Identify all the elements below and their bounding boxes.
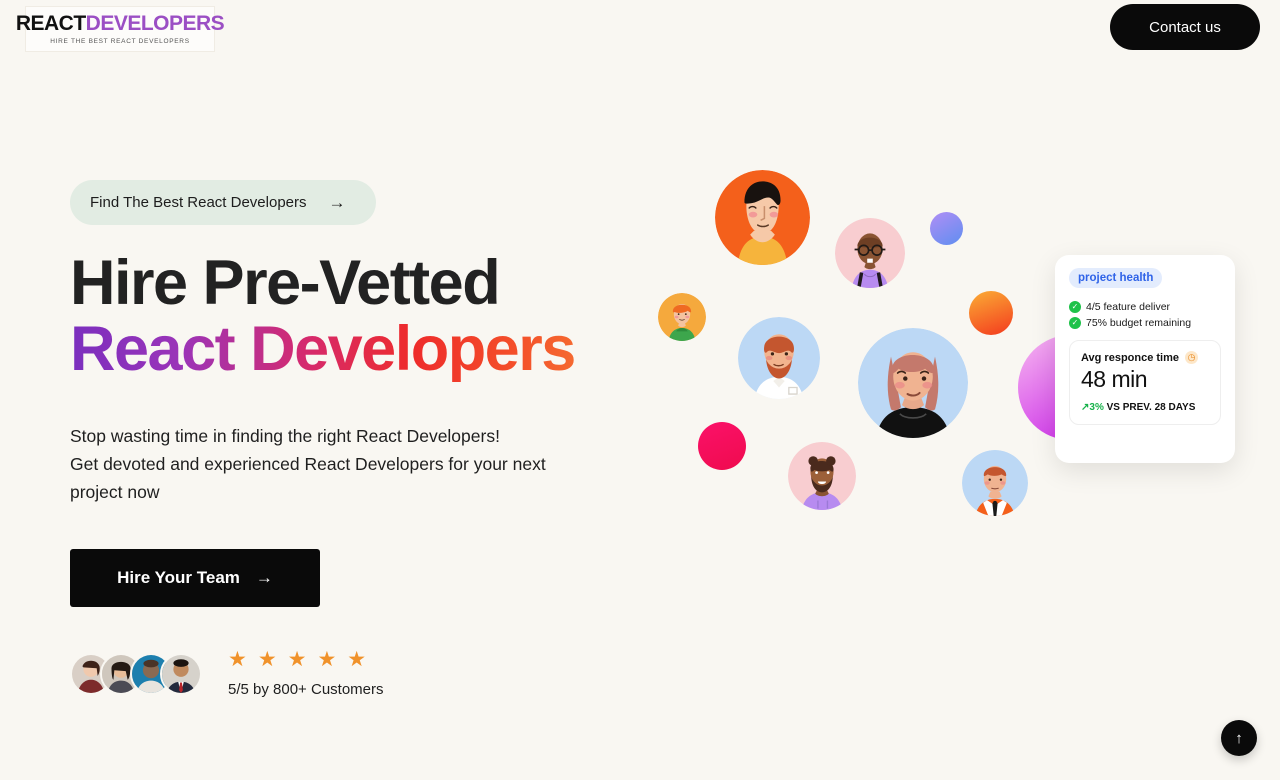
hero-subtext-line-2: Get devoted and experienced React Develo… <box>70 454 546 475</box>
arrow-right-icon: → <box>255 568 273 588</box>
social-proof: ★★★★★ 5/5 by 800+ Customers <box>70 649 690 698</box>
hero-subtext-line-3: project now <box>70 482 160 503</box>
status-badge: project health <box>1069 268 1163 288</box>
arrow-right-icon: → <box>328 193 346 212</box>
list-item: ✓ 4/5 feature deliver <box>1069 301 1221 313</box>
project-health-card: project health ✓ 4/5 feature deliver ✓ 7… <box>1055 255 1235 463</box>
avatar-small-orange-green-shirt <box>658 293 706 341</box>
metric-delta-suffix: VS PREV. 28 DAYS <box>1103 402 1196 413</box>
arrow-up-icon: ↑ <box>1235 729 1243 747</box>
rating-block: ★★★★★ 5/5 by 800+ Customers <box>228 649 384 698</box>
site-logo[interactable]: REACTDEVELOPERS HIRE THE BEST REACT DEVE… <box>16 6 225 52</box>
check-icon: ✓ <box>1069 317 1081 329</box>
avg-response-time-panel: Avg responce time ◷ 48 min ↗3% VS PREV. … <box>1069 340 1221 425</box>
scroll-to-top-button[interactable]: ↑ <box>1221 720 1257 756</box>
rating-label: 5/5 by 800+ Customers <box>228 681 384 699</box>
hero-subtext-line-1: Stop wasting time in finding the right R… <box>70 426 500 447</box>
page-title-line-2: React Developers <box>70 316 690 383</box>
hero-subtext: Stop wasting time in finding the right R… <box>70 422 690 506</box>
find-developers-pill-label: Find The Best React Developers <box>90 194 307 211</box>
hire-your-team-label: Hire Your Team <box>117 568 240 588</box>
avatar-blue-orange-jacket-tie <box>962 450 1028 516</box>
list-item: ✓ 75% budget remaining <box>1069 317 1221 329</box>
avatar-orange-yellow-shirt <box>715 170 810 265</box>
metric-delta: ↗3% VS PREV. 28 DAYS <box>1081 402 1209 413</box>
project-health-checklist: ✓ 4/5 feature deliver ✓ 75% budget remai… <box>1069 301 1221 329</box>
ball-orange-gradient <box>969 291 1013 335</box>
avatar-pink-glasses-suspenders <box>835 218 905 288</box>
logo-text-react: REACT <box>15 12 86 35</box>
metric-label: Avg responce time <box>1081 351 1180 364</box>
avatar-blue-woman-black-top <box>858 328 968 438</box>
avatar-blue-bearded-white-shirt <box>738 317 820 399</box>
ball-periwinkle <box>930 212 963 245</box>
check-icon: ✓ <box>1069 301 1081 313</box>
list-item-label: 75% budget remaining <box>1086 317 1192 329</box>
ball-pink-solid <box>698 422 746 470</box>
hero-content: Find The Best React Developers → Hire Pr… <box>70 180 690 698</box>
logo-tagline: HIRE THE BEST REACT DEVELOPERS <box>50 38 190 45</box>
list-item-label: 4/5 feature deliver <box>1086 301 1171 313</box>
find-developers-pill[interactable]: Find The Best React Developers → <box>70 180 376 225</box>
logo-wordmark: REACTDEVELOPERS <box>15 12 225 35</box>
logo-text-developers: DEVELOPERS <box>85 12 225 35</box>
avatar-pink-purple-hoodie <box>788 442 856 510</box>
hire-your-team-button[interactable]: Hire Your Team → <box>70 549 320 608</box>
clock-icon: ◷ <box>1185 351 1199 364</box>
star-rating-icons: ★★★★★ <box>228 648 378 672</box>
avatar <box>160 652 202 695</box>
metric-header: Avg responce time ◷ <box>1081 351 1209 364</box>
page-header: REACTDEVELOPERS HIRE THE BEST REACT DEVE… <box>0 0 1280 58</box>
customer-avatar-group <box>70 652 202 695</box>
metric-delta-value: 3% <box>1089 402 1104 413</box>
contact-us-button[interactable]: Contact us <box>1110 4 1260 50</box>
metric-value: 48 min <box>1081 366 1148 392</box>
page-title: Hire Pre-Vetted React Developers <box>70 248 690 383</box>
page-title-line-1: Hire Pre-Vetted <box>70 248 501 318</box>
